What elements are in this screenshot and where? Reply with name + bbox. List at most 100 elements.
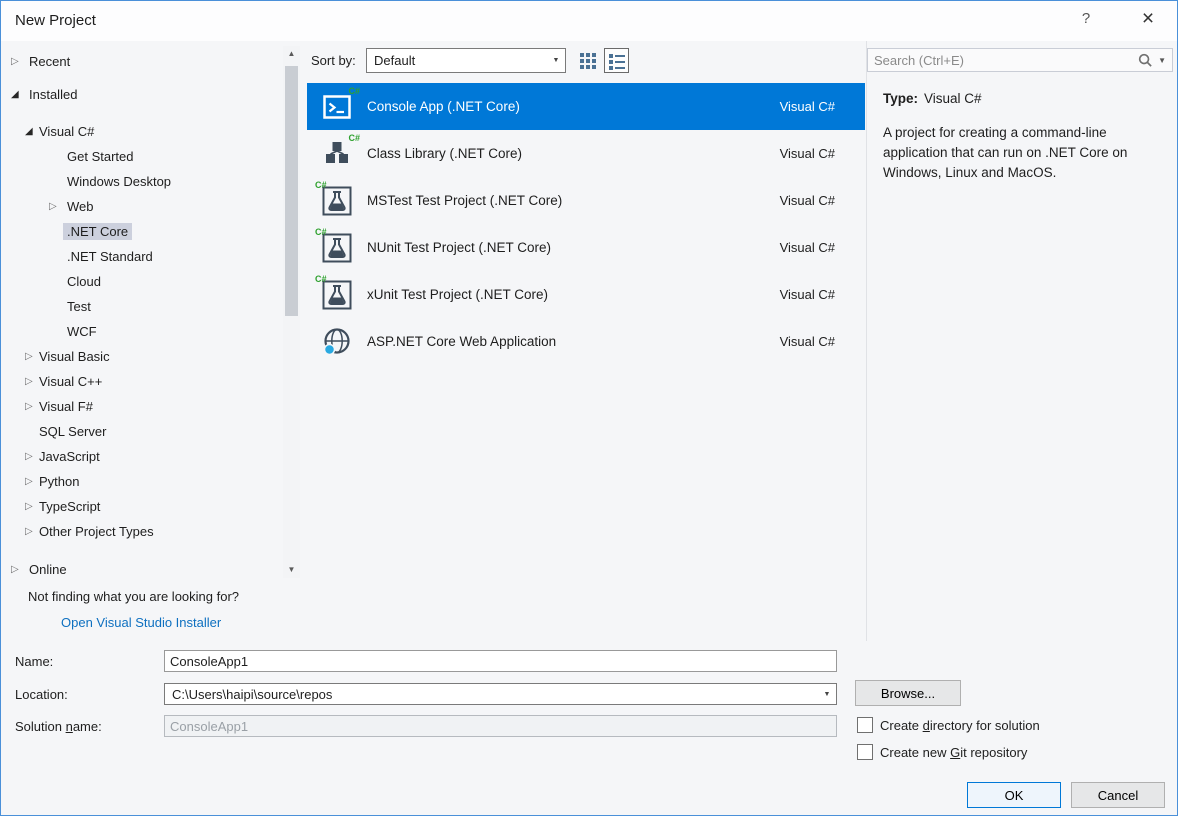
csharp-badge: C#	[315, 180, 327, 190]
tree-item-label: Visual C#	[39, 124, 94, 139]
tree-item-label: TypeScript	[39, 499, 100, 514]
tree-item-visual-fsharp[interactable]: ▷ Visual F#	[1, 394, 283, 419]
tree-item-label: Python	[39, 474, 79, 489]
window-title: New Project	[15, 12, 96, 29]
csharp-badge: C#	[315, 274, 327, 284]
class-library-icon: C#	[319, 136, 355, 172]
template-title: xUnit Test Project (.NET Core)	[367, 287, 548, 302]
csharp-badge: C#	[348, 86, 360, 96]
create-git-repo-checkbox[interactable]: Create new Git repository	[857, 744, 1027, 760]
console-app-icon: C#	[319, 89, 355, 125]
tree-item-web[interactable]: ▷ Web	[1, 194, 283, 219]
close-icon[interactable]: ×	[1135, 7, 1161, 31]
tree-item-label-selected: .NET Core	[63, 223, 132, 240]
solution-name-field[interactable]	[164, 715, 837, 737]
template-item-class-library[interactable]: C# Class Library (.NET Core) Visual C#	[307, 130, 865, 177]
chevron-down-icon[interactable]: ▼	[818, 684, 836, 704]
tree-item-windows-desktop[interactable]: Windows Desktop	[1, 169, 283, 194]
tree-item-visual-cpp[interactable]: ▷ Visual C++	[1, 369, 283, 394]
tree-item-installed[interactable]: ◢ Installed	[1, 82, 283, 107]
checkbox-label: Create new Git repository	[880, 745, 1027, 760]
chevron-right-icon[interactable]: ▷	[11, 564, 29, 575]
chevron-right-icon[interactable]: ▷	[11, 56, 29, 67]
tree-item-label: Cloud	[67, 274, 101, 289]
template-item-console-app[interactable]: C# Console App (.NET Core) Visual C#	[307, 83, 865, 130]
template-title: Console App (.NET Core)	[367, 99, 520, 114]
tree-item-visual-basic[interactable]: ▷ Visual Basic	[1, 344, 283, 369]
tree-item-label: Get Started	[67, 149, 133, 164]
help-icon[interactable]: ?	[1075, 10, 1097, 27]
checkbox-box[interactable]	[857, 717, 873, 733]
csharp-badge: C#	[348, 133, 360, 143]
template-list: C# Console App (.NET Core) Visual C# C# …	[307, 83, 865, 365]
template-title: NUnit Test Project (.NET Core)	[367, 240, 551, 255]
ok-button[interactable]: OK	[967, 782, 1061, 808]
tree-item-label: Visual C++	[39, 374, 102, 389]
tree-item-dotnet-standard[interactable]: .NET Standard	[1, 244, 283, 269]
tree-item-label: WCF	[67, 324, 97, 339]
open-vs-installer-link[interactable]: Open Visual Studio Installer	[61, 615, 221, 630]
template-title: ASP.NET Core Web Application	[367, 334, 556, 349]
cancel-button[interactable]: Cancel	[1071, 782, 1165, 808]
tree-item-label: Test	[67, 299, 91, 314]
location-dropdown[interactable]: C:\Users\haipi\source\repos ▼	[164, 683, 837, 705]
scroll-up-icon[interactable]: ▲	[283, 46, 300, 62]
test-flask-icon: C#	[319, 277, 355, 313]
tree-item-label: .NET Standard	[67, 249, 153, 264]
template-language: Visual C#	[780, 334, 835, 349]
tree-item-javascript[interactable]: ▷ JavaScript	[1, 444, 283, 469]
list-view-icon	[608, 52, 626, 70]
not-finding-text: Not finding what you are looking for?	[28, 589, 239, 604]
tree-item-dotnet-core[interactable]: .NET Core	[1, 219, 283, 244]
tree-item-visual-csharp[interactable]: ◢ Visual C#	[1, 119, 283, 144]
tree-scrollbar[interactable]: ▲ ▼	[283, 46, 300, 578]
tree-item-python[interactable]: ▷ Python	[1, 469, 283, 494]
list-view-button[interactable]	[604, 48, 629, 73]
sort-by-value: Default	[374, 53, 415, 68]
template-language: Visual C#	[780, 287, 835, 302]
template-item-aspnet-core[interactable]: ASP.NET Core Web Application Visual C#	[307, 318, 865, 365]
template-item-xunit[interactable]: C# xUnit Test Project (.NET Core) Visual…	[307, 271, 865, 318]
chevron-down-icon[interactable]: ▼	[547, 49, 565, 72]
chevron-right-icon[interactable]: ▷	[25, 401, 39, 412]
chevron-right-icon[interactable]: ▷	[25, 476, 39, 487]
type-value: Visual C#	[924, 91, 982, 106]
create-directory-checkbox[interactable]: Create directory for solution	[857, 717, 1040, 733]
chevron-right-icon[interactable]: ▷	[25, 451, 39, 462]
tree-item-test[interactable]: Test	[1, 294, 283, 319]
small-icons-view-button[interactable]	[575, 48, 600, 73]
chevron-expanded-icon[interactable]: ◢	[11, 89, 29, 100]
tree-item-other-project-types[interactable]: ▷ Other Project Types	[1, 519, 283, 544]
template-language: Visual C#	[780, 99, 835, 114]
template-language: Visual C#	[780, 240, 835, 255]
tree-item-cloud[interactable]: Cloud	[1, 269, 283, 294]
tree-item-wcf[interactable]: WCF	[1, 319, 283, 344]
scrollbar-thumb[interactable]	[285, 66, 298, 316]
sort-by-dropdown[interactable]: Default ▼	[366, 48, 566, 73]
solution-name-label: Solution name:	[15, 719, 102, 734]
template-item-mstest[interactable]: C# MSTest Test Project (.NET Core) Visua…	[307, 177, 865, 224]
chevron-right-icon[interactable]: ▷	[25, 351, 39, 362]
tree-item-label: Windows Desktop	[67, 174, 171, 189]
template-item-nunit[interactable]: C# NUnit Test Project (.NET Core) Visual…	[307, 224, 865, 271]
name-field[interactable]	[164, 650, 837, 672]
tree-item-typescript[interactable]: ▷ TypeScript	[1, 494, 283, 519]
type-label: Type:	[883, 91, 918, 106]
template-language: Visual C#	[780, 146, 835, 161]
template-language: Visual C#	[780, 193, 835, 208]
checkbox-box[interactable]	[857, 744, 873, 760]
tree-item-sql-server[interactable]: SQL Server	[1, 419, 283, 444]
tree-item-recent[interactable]: ▷ Recent	[1, 49, 283, 74]
chevron-right-icon[interactable]: ▷	[25, 376, 39, 387]
chevron-expanded-icon[interactable]: ◢	[25, 126, 39, 137]
tree-item-online[interactable]: ▷ Online	[1, 557, 283, 582]
test-flask-icon: C#	[319, 230, 355, 266]
chevron-right-icon[interactable]: ▷	[25, 501, 39, 512]
tree-item-label: Other Project Types	[39, 524, 154, 539]
browse-button[interactable]: Browse...	[855, 680, 961, 706]
scroll-down-icon[interactable]: ▼	[283, 562, 300, 578]
chevron-right-icon[interactable]: ▷	[25, 526, 39, 537]
template-title: MSTest Test Project (.NET Core)	[367, 193, 562, 208]
chevron-right-icon[interactable]: ▷	[49, 201, 67, 212]
tree-item-get-started[interactable]: Get Started	[1, 144, 283, 169]
